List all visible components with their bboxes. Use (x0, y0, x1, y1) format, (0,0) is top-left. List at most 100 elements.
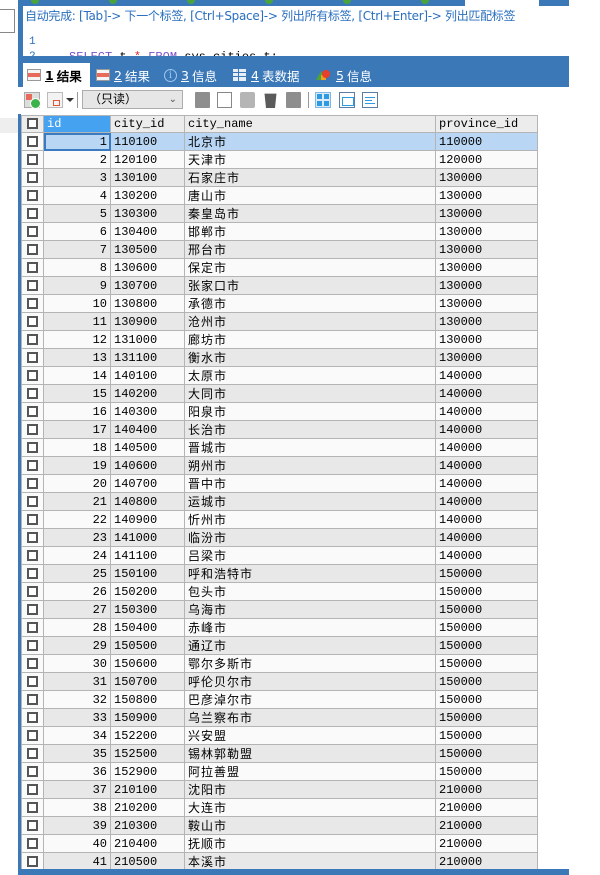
cell-province-id[interactable]: 140000 (435, 438, 538, 457)
table-row[interactable]: 22 140900 忻州市 140000 (21, 510, 538, 529)
cell-city-name[interactable]: 天津市 (184, 150, 436, 169)
row-checkbox[interactable] (21, 348, 44, 367)
cell-city-name[interactable]: 大连市 (184, 798, 436, 817)
cell-id[interactable]: 31 (43, 672, 111, 691)
cell-province-id[interactable]: 130000 (435, 204, 538, 223)
mode-select[interactable]: （只读） ⌄ (82, 90, 183, 109)
table-row[interactable]: 16 140300 阳泉市 140000 (21, 402, 538, 421)
query-tab[interactable] (342, 0, 356, 4)
cell-province-id[interactable]: 140000 (435, 492, 538, 511)
table-row[interactable]: 41 210500 本溪市 210000 (21, 852, 538, 869)
tab-info-3[interactable]: i 3 信息 (160, 63, 217, 87)
table-row[interactable]: 18 140500 晋城市 140000 (21, 438, 538, 457)
cell-city-name[interactable]: 唐山市 (184, 186, 436, 205)
cell-city-name[interactable]: 晋城市 (184, 438, 436, 457)
cell-city-name[interactable]: 通辽市 (184, 636, 436, 655)
cell-city-name[interactable]: 乌海市 (184, 600, 436, 619)
table-row[interactable]: 32 150800 巴彦淖尔市 150000 (21, 690, 538, 709)
cell-province-id[interactable]: 150000 (435, 690, 538, 709)
cell-city-name[interactable]: 锡林郭勒盟 (184, 744, 436, 763)
table-row[interactable]: 36 152900 阿拉善盟 150000 (21, 762, 538, 781)
cell-city-name[interactable]: 抚顺市 (184, 834, 436, 853)
cell-city-id[interactable]: 210300 (110, 816, 185, 835)
cell-id[interactable]: 2 (43, 150, 111, 169)
cell-province-id[interactable]: 110000 (435, 132, 538, 151)
query-tab[interactable] (30, 0, 44, 4)
cell-id[interactable]: 15 (43, 384, 111, 403)
cell-city-name[interactable]: 本溪市 (184, 852, 436, 869)
cell-id[interactable]: 37 (43, 780, 111, 799)
row-checkbox[interactable] (21, 168, 44, 187)
cell-province-id[interactable]: 120000 (435, 150, 538, 169)
cell-city-name[interactable]: 衡水市 (184, 348, 436, 367)
table-row[interactable]: 33 150900 乌兰察布市 150000 (21, 708, 538, 727)
cell-city-name[interactable]: 北京市 (184, 132, 436, 151)
cell-province-id[interactable]: 130000 (435, 330, 538, 349)
cell-province-id[interactable]: 210000 (435, 780, 538, 799)
cell-province-id[interactable]: 140000 (435, 384, 538, 403)
cell-province-id[interactable]: 150000 (435, 636, 538, 655)
row-checkbox[interactable] (21, 852, 44, 869)
table-row[interactable]: 11 130900 沧州市 130000 (21, 312, 538, 331)
cell-id[interactable]: 24 (43, 546, 111, 565)
cell-province-id[interactable]: 130000 (435, 186, 538, 205)
row-checkbox[interactable] (21, 204, 44, 223)
cell-city-name[interactable]: 呼和浩特市 (184, 564, 436, 583)
row-checkbox[interactable] (21, 798, 44, 817)
row-checkbox[interactable] (21, 672, 44, 691)
cell-city-id[interactable]: 120100 (110, 150, 185, 169)
cell-id[interactable]: 33 (43, 708, 111, 727)
column-header-id[interactable]: id (43, 115, 111, 133)
cell-id[interactable]: 23 (43, 528, 111, 547)
cell-city-id[interactable]: 150400 (110, 618, 185, 637)
row-checkbox[interactable] (21, 258, 44, 277)
cell-province-id[interactable]: 210000 (435, 834, 538, 853)
cell-city-id[interactable]: 130200 (110, 186, 185, 205)
duplicate-row-icon[interactable] (217, 92, 232, 108)
cell-city-id[interactable]: 150300 (110, 600, 185, 619)
row-checkbox[interactable] (21, 186, 44, 205)
row-checkbox[interactable] (21, 528, 44, 547)
table-row[interactable]: 14 140100 太原市 140000 (21, 366, 538, 385)
table-row[interactable]: 17 140400 长治市 140000 (21, 420, 538, 439)
cell-province-id[interactable]: 150000 (435, 744, 538, 763)
cell-province-id[interactable]: 130000 (435, 294, 538, 313)
query-tab[interactable] (186, 0, 200, 4)
cell-city-id[interactable]: 150900 (110, 708, 185, 727)
cell-id[interactable]: 14 (43, 366, 111, 385)
table-row[interactable]: 15 140200 大同市 140000 (21, 384, 538, 403)
cell-city-name[interactable]: 长治市 (184, 420, 436, 439)
cell-city-id[interactable]: 140300 (110, 402, 185, 421)
cell-id[interactable]: 21 (43, 492, 111, 511)
cell-id[interactable]: 32 (43, 690, 111, 709)
table-row[interactable]: 23 141000 临汾市 140000 (21, 528, 538, 547)
cell-id[interactable]: 34 (43, 726, 111, 745)
cell-city-id[interactable]: 130800 (110, 294, 185, 313)
cell-id[interactable]: 7 (43, 240, 111, 259)
cell-city-name[interactable]: 沈阳市 (184, 780, 436, 799)
table-row[interactable]: 27 150300 乌海市 150000 (21, 600, 538, 619)
cell-city-name[interactable]: 鞍山市 (184, 816, 436, 835)
cell-id[interactable]: 22 (43, 510, 111, 529)
cell-city-id[interactable]: 210400 (110, 834, 185, 853)
cell-province-id[interactable]: 130000 (435, 312, 538, 331)
cell-city-name[interactable]: 秦皇岛市 (184, 204, 436, 223)
row-checkbox[interactable] (21, 546, 44, 565)
row-checkbox[interactable] (21, 222, 44, 241)
table-row[interactable]: 8 130600 保定市 130000 (21, 258, 538, 277)
save-icon[interactable] (240, 92, 255, 108)
cell-city-name[interactable]: 石家庄市 (184, 168, 436, 187)
grid-view-icon[interactable] (315, 92, 331, 108)
cell-province-id[interactable]: 150000 (435, 762, 538, 781)
text-view-icon[interactable] (362, 92, 378, 108)
row-checkbox[interactable] (21, 618, 44, 637)
cell-city-name[interactable]: 运城市 (184, 492, 436, 511)
cell-city-name[interactable]: 沧州市 (184, 312, 436, 331)
query-tab[interactable] (420, 0, 434, 4)
cell-city-id[interactable]: 141100 (110, 546, 185, 565)
cell-city-id[interactable]: 131000 (110, 330, 185, 349)
cell-city-id[interactable]: 130100 (110, 168, 185, 187)
cell-id[interactable]: 41 (43, 852, 111, 869)
cell-province-id[interactable]: 140000 (435, 366, 538, 385)
table-row[interactable]: 19 140600 朔州市 140000 (21, 456, 538, 475)
